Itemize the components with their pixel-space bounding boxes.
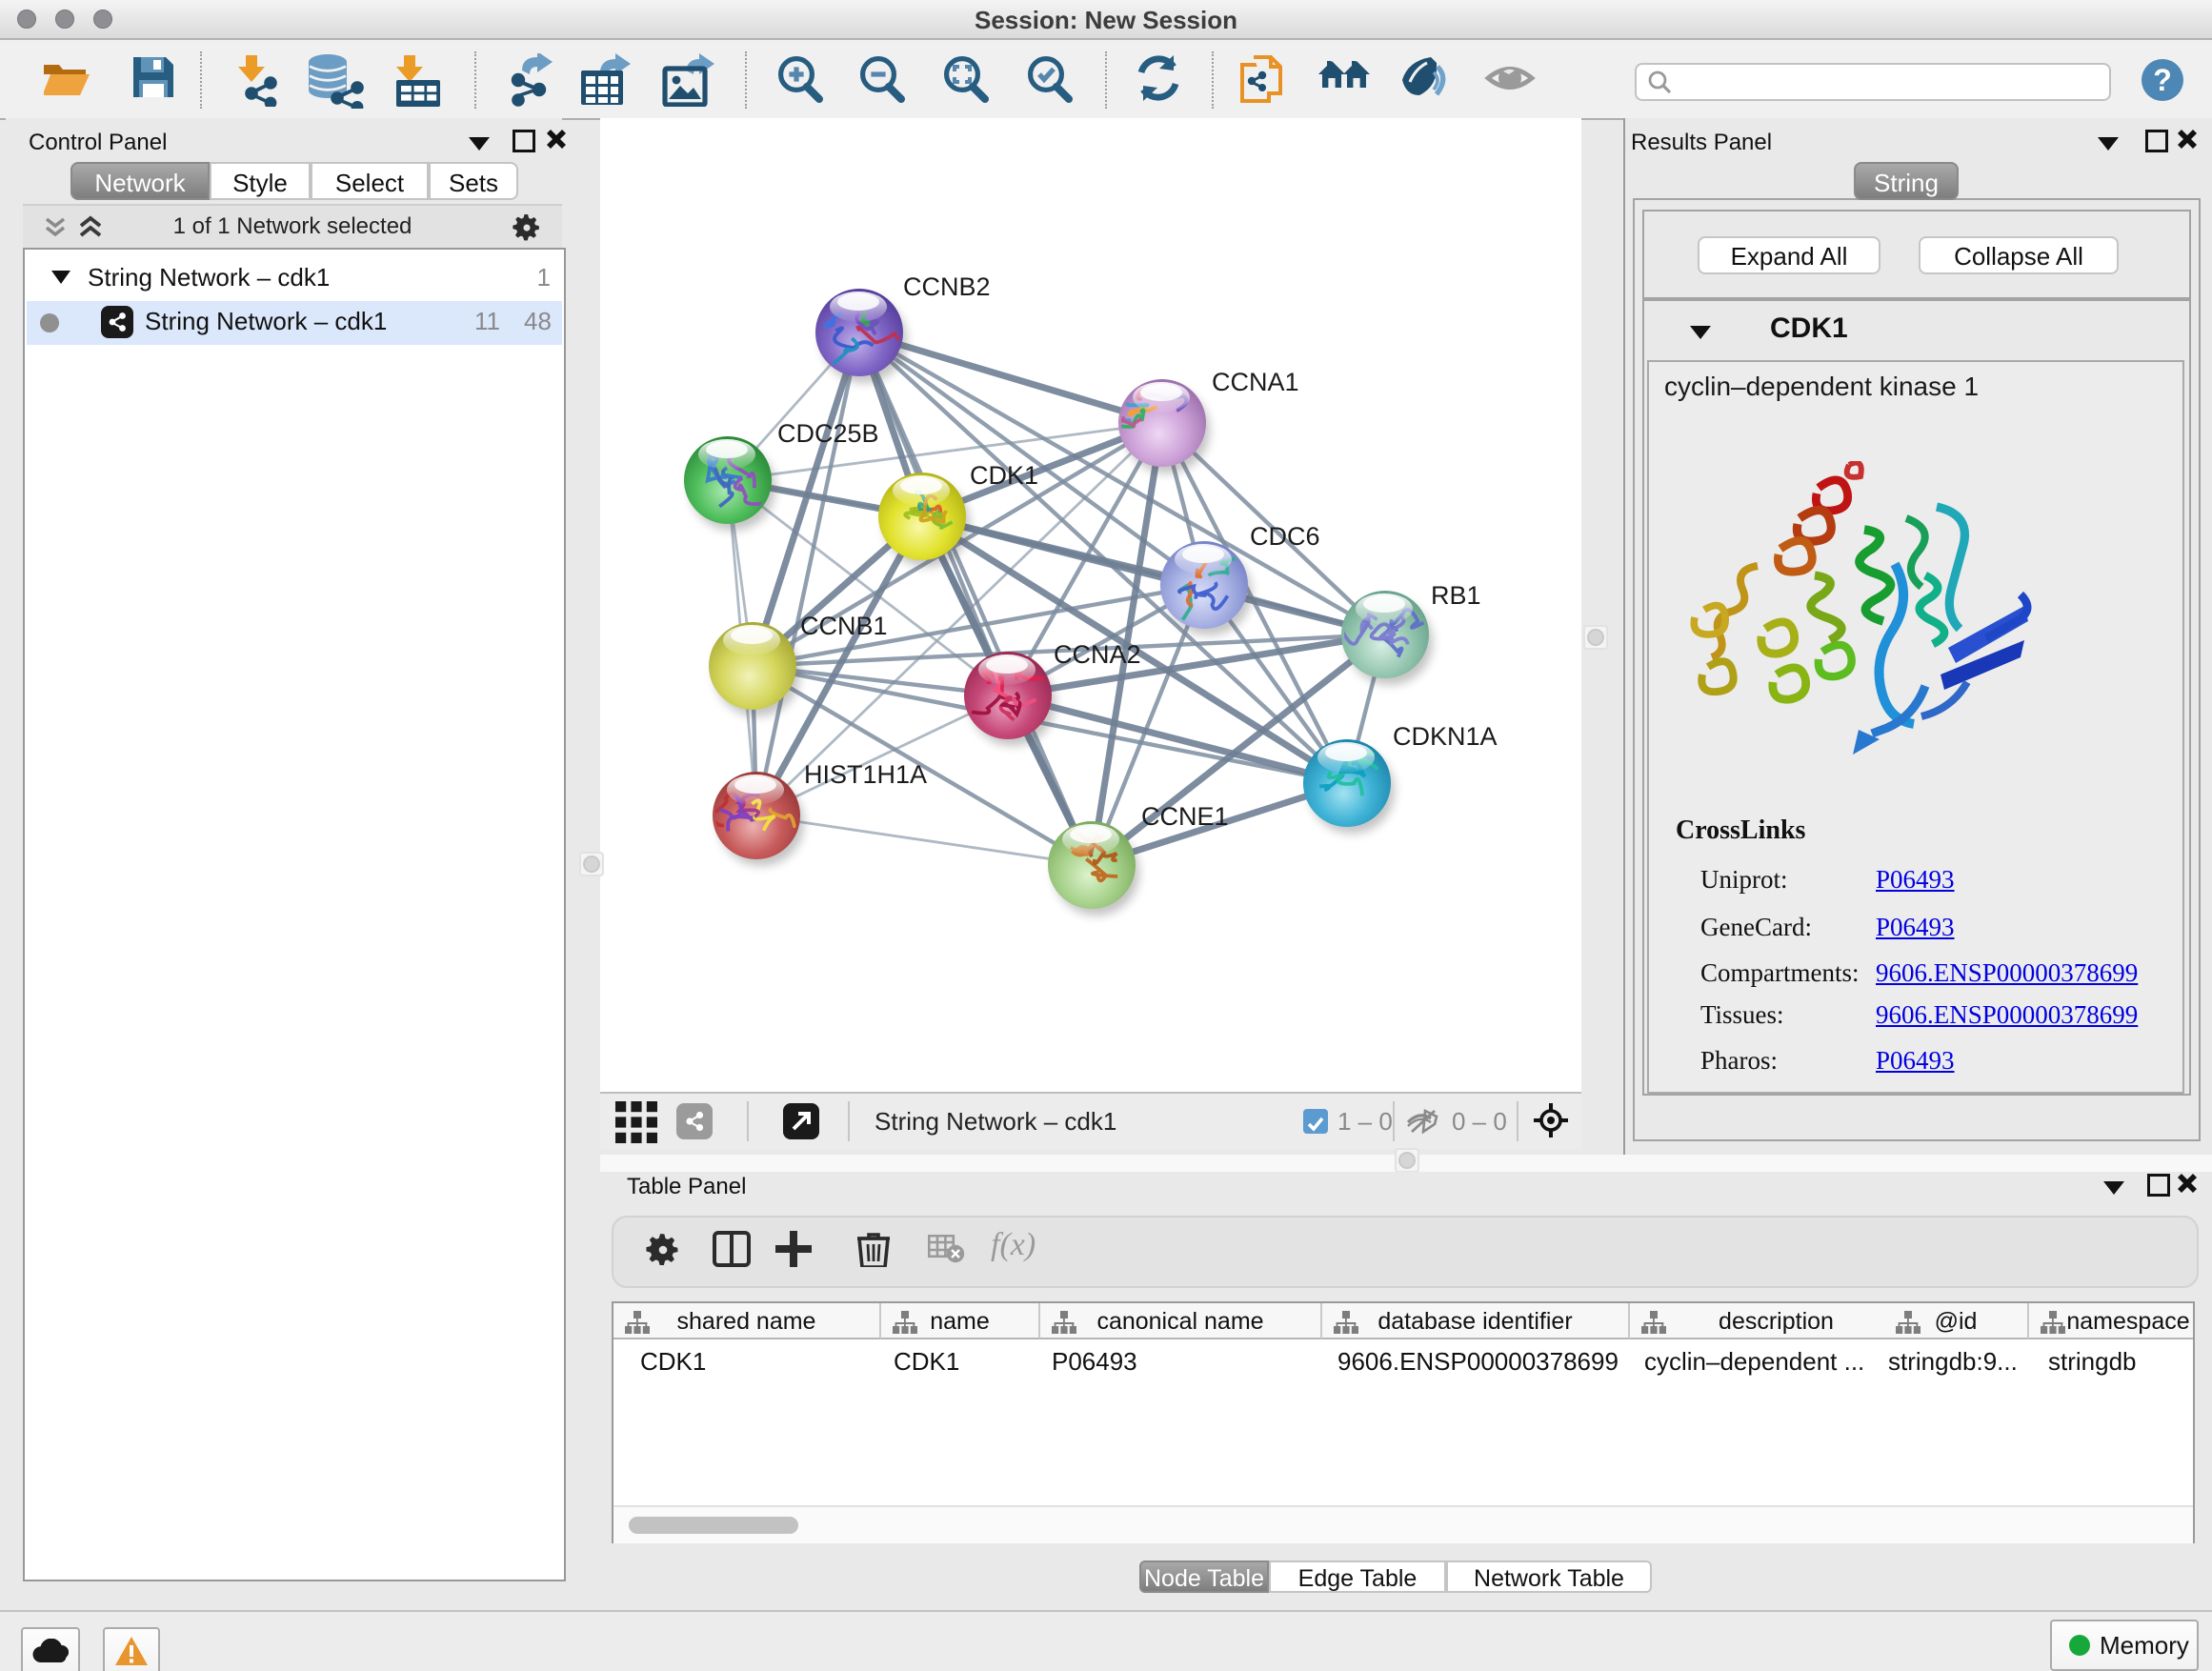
svg-text:HIST1H1A: HIST1H1A bbox=[804, 760, 927, 789]
svg-text:CCNE1: CCNE1 bbox=[1141, 802, 1229, 831]
svg-text:CDK1: CDK1 bbox=[970, 461, 1038, 490]
svg-text:CDKN1A: CDKN1A bbox=[1393, 722, 1498, 751]
svg-text:CCNB1: CCNB1 bbox=[800, 612, 888, 640]
svg-text:?: ? bbox=[2153, 63, 2172, 97]
svg-text:CCNA1: CCNA1 bbox=[1212, 368, 1299, 396]
svg-text:CDC25B: CDC25B bbox=[777, 419, 879, 448]
svg-text:CCNB2: CCNB2 bbox=[903, 272, 991, 301]
svg-text:CDC6: CDC6 bbox=[1250, 522, 1320, 551]
svg-text:CCNA2: CCNA2 bbox=[1054, 640, 1141, 669]
svg-text:RB1: RB1 bbox=[1431, 581, 1481, 610]
